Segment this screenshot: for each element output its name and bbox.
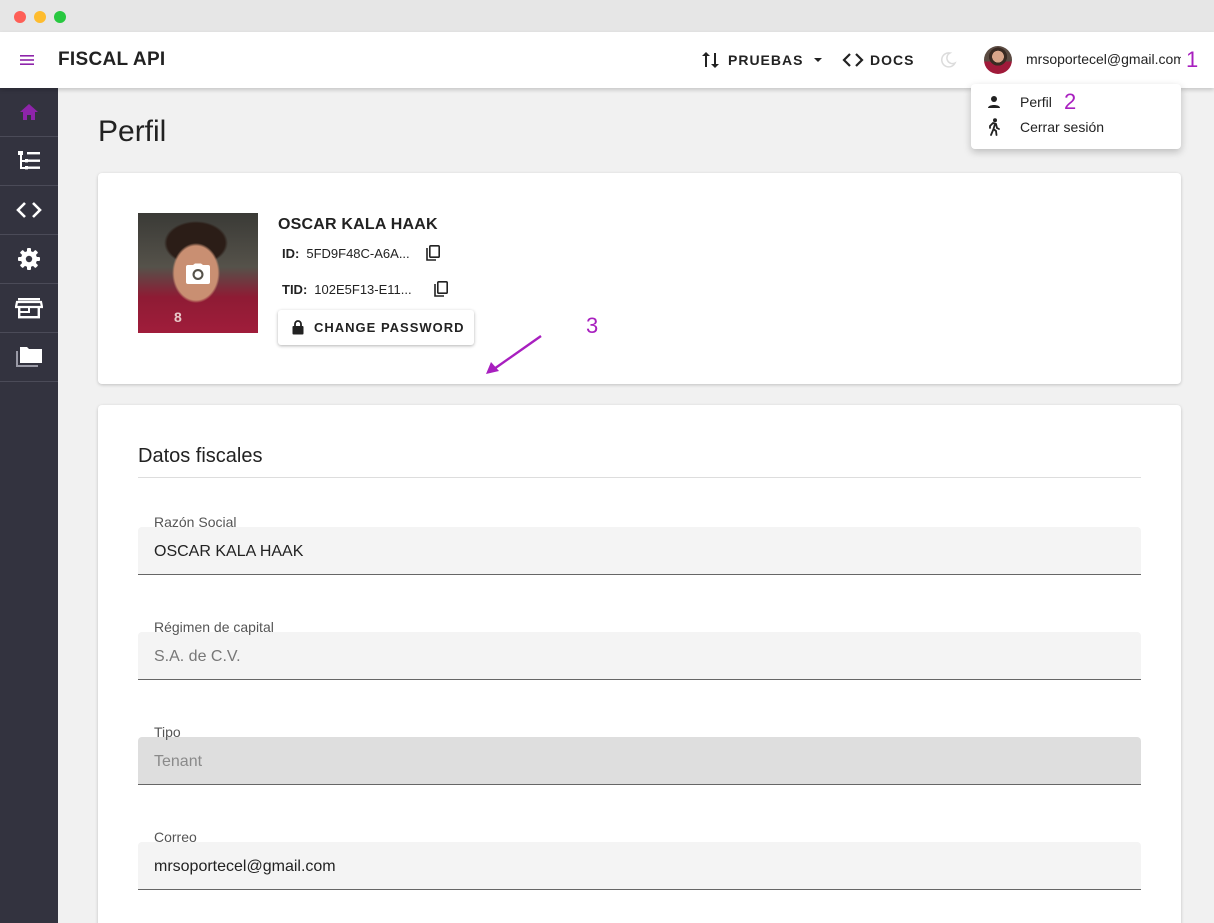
razon-social-field[interactable]: OSCAR KALA HAAK Razón Social (138, 514, 1141, 584)
copy-tid-icon[interactable] (434, 281, 449, 297)
main-content: Perfil 8 OSCAR KALA HAAK ID: 5FD9F48C-A6… (58, 88, 1214, 923)
page-title: Perfil (98, 115, 167, 148)
menu-item-perfil-label: Perfil (1020, 94, 1052, 110)
annotation-2: 2 (1064, 89, 1077, 114)
hamburger-menu-icon (20, 55, 34, 65)
docs-button[interactable]: DOCS (842, 46, 914, 74)
environment-label: PRUEBAS (728, 52, 804, 68)
minimize-window-button[interactable] (34, 11, 46, 23)
correo-value: mrsoportecel@gmail.com (154, 858, 336, 875)
swap-vertical-icon (702, 52, 719, 68)
profile-card: 8 OSCAR KALA HAAK ID: 5FD9F48C-A6A... TI… (98, 173, 1181, 384)
sidebar (0, 88, 58, 923)
profile-id-label: ID: (282, 245, 300, 261)
profile-tid-row: TID: 102E5F13-E11... (282, 281, 449, 297)
close-window-button[interactable] (14, 11, 26, 23)
environment-dropdown-button[interactable]: PRUEBAS (700, 46, 823, 74)
regimen-capital-field[interactable]: S.A. de C.V. Régimen de capital (138, 619, 1141, 689)
profile-name: OSCAR KALA HAAK (278, 216, 438, 233)
profile-tid-label: TID: (282, 281, 308, 297)
code-icon (842, 53, 864, 67)
change-password-label: CHANGE PASSWORD (314, 320, 465, 335)
fiscal-data-card: Datos fiscales OSCAR KALA HAAK Razón Soc… (98, 405, 1181, 923)
user-avatar[interactable] (984, 46, 1012, 74)
store-icon (15, 298, 43, 319)
lock-icon (292, 320, 304, 335)
razon-social-input[interactable]: OSCAR KALA HAAK (138, 527, 1141, 575)
profile-tid-value: 102E5F13-E11... (314, 281, 412, 297)
home-icon (20, 104, 38, 120)
regimen-capital-input[interactable]: S.A. de C.V. (138, 632, 1141, 680)
menu-button[interactable] (14, 48, 42, 72)
correo-field[interactable]: mrsoportecel@gmail.com Correo (138, 829, 1141, 899)
tipo-field: Tenant Tipo (138, 724, 1141, 794)
annotation-1: 1 (1186, 47, 1199, 72)
maximize-window-button[interactable] (54, 11, 66, 23)
docs-label: DOCS (870, 52, 915, 68)
section-divider (138, 477, 1141, 478)
window-titlebar (0, 0, 1214, 32)
caret-down-icon (814, 58, 823, 62)
folders-icon (16, 347, 42, 367)
regimen-capital-value: S.A. de C.V. (154, 648, 241, 665)
tree-list-icon (18, 151, 40, 170)
change-password-button[interactable]: CHANGE PASSWORD (278, 310, 474, 345)
app-title: FISCAL API (58, 49, 166, 70)
sidebar-item-code[interactable] (0, 186, 58, 235)
gear-icon (18, 248, 40, 270)
correo-input[interactable]: mrsoportecel@gmail.com (138, 842, 1141, 890)
camera-icon[interactable] (185, 263, 211, 285)
sidebar-item-folders[interactable] (0, 333, 58, 382)
annotation-3: 3 (586, 313, 599, 338)
correo-label: Correo (154, 829, 197, 845)
person-icon (988, 96, 1000, 108)
sidebar-item-home[interactable] (0, 88, 58, 137)
sidebar-item-settings[interactable] (0, 235, 58, 284)
code-icon (16, 202, 42, 218)
moon-icon (940, 52, 957, 68)
menu-item-cerrar-sesion[interactable]: Cerrar sesión (971, 115, 1181, 139)
app-bar: FISCAL API PRUEBAS DOCS mrsoportecel@gma… (0, 32, 1214, 88)
tipo-value: Tenant (154, 753, 203, 770)
sidebar-item-store[interactable] (0, 284, 58, 333)
tipo-input: Tenant (138, 737, 1141, 785)
profile-id-value: 5FD9F48C-A6A... (306, 245, 410, 261)
walking-person-icon (989, 118, 1000, 136)
menu-item-cerrar-sesion-label: Cerrar sesión (1020, 119, 1105, 135)
user-email[interactable]: mrsoportecel@gmail.com (1026, 51, 1181, 67)
razon-social-label: Razón Social (154, 514, 237, 530)
copy-id-icon[interactable] (426, 245, 441, 261)
theme-toggle-button[interactable] (938, 50, 958, 70)
tipo-label: Tipo (154, 724, 181, 740)
section-title: Datos fiscales (138, 445, 263, 467)
razon-social-value: OSCAR KALA HAAK (154, 543, 304, 560)
sidebar-item-tree-list[interactable] (0, 137, 58, 186)
regimen-capital-label: Régimen de capital (154, 619, 274, 635)
profile-id-row: ID: 5FD9F48C-A6A... (282, 245, 441, 261)
jersey-number: 8 (174, 309, 182, 325)
annotation-arrow (486, 335, 542, 374)
profile-photo[interactable]: 8 (138, 213, 258, 333)
